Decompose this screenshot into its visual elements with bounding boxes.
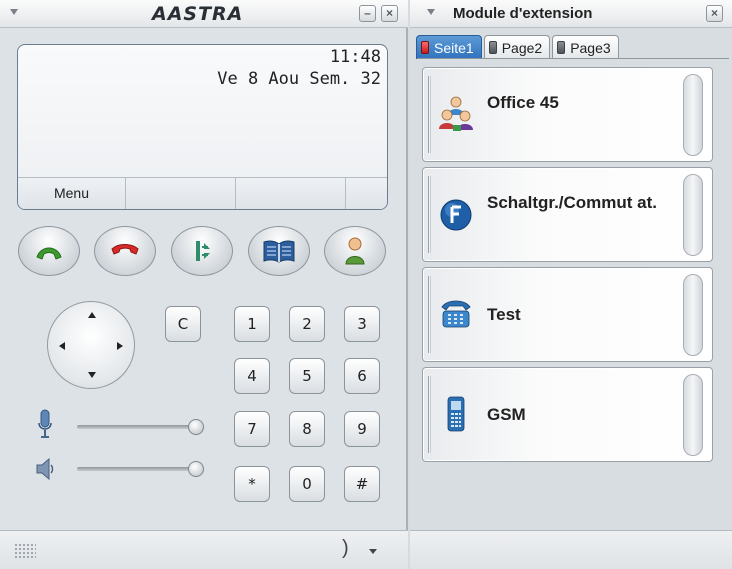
key-led-indicator — [683, 174, 703, 256]
keypad-key[interactable]: # — [344, 466, 380, 502]
off-hook-icon — [36, 247, 62, 260]
navigation-pad[interactable] — [47, 301, 135, 389]
softkey-2[interactable] — [126, 178, 236, 209]
extension-key-schaltgruppe[interactable]: Schaltgr./Commut at. — [422, 167, 713, 262]
extension-key-label: GSM — [487, 405, 526, 424]
module-title: Module d'extension — [453, 5, 593, 22]
transfer-icon — [196, 241, 210, 261]
display-date: Ve 8 Aou Sem. 32 — [217, 69, 381, 89]
extension-key-test[interactable]: Test — [422, 267, 713, 362]
app-window: AASTRA – × 11:48 Ve 8 Aou Sem. 32 Menu C… — [0, 0, 732, 569]
handset-status-icon[interactable]: ) — [342, 537, 349, 560]
contact-button[interactable] — [324, 226, 386, 276]
close-button[interactable]: × — [381, 5, 398, 22]
status-dropdown-icon[interactable] — [369, 549, 377, 554]
tab-seite1[interactable]: Seite1 — [416, 35, 482, 59]
speaker-icon — [36, 457, 54, 481]
extension-key-label: Office 45 — [487, 93, 559, 112]
tab-label: Page3 — [570, 39, 611, 56]
group-icon — [439, 96, 473, 131]
key-led-indicator — [683, 274, 703, 356]
display-time: 11:48 — [329, 47, 381, 67]
brand-logo: AASTRA — [152, 3, 244, 25]
key-divider — [428, 76, 431, 153]
nav-left-icon[interactable] — [59, 342, 65, 350]
keypad-key[interactable]: * — [234, 466, 270, 502]
transfer-button[interactable] — [171, 226, 233, 276]
extension-key-gsm[interactable]: GSM — [422, 367, 713, 462]
phone-panel: AASTRA – × 11:48 Ve 8 Aou Sem. 32 Menu C… — [0, 0, 408, 569]
nav-up-icon[interactable] — [88, 312, 96, 318]
phone-display: 11:48 Ve 8 Aou Sem. 32 Menu — [17, 44, 388, 210]
page-marker-icon — [421, 41, 429, 54]
keypad-key[interactable]: 2 — [289, 306, 325, 342]
extension-key-list: Office 45 Schaltgr./Commut at. Test GSM — [417, 58, 729, 528]
clear-key[interactable]: C — [165, 306, 201, 342]
mobile-phone-icon — [447, 396, 465, 432]
keypad-grid-icon[interactable] — [14, 543, 36, 559]
keypad-key[interactable]: 3 — [344, 306, 380, 342]
off-hook-button[interactable] — [18, 226, 80, 276]
desk-phone-icon — [441, 300, 471, 328]
phone-statusbar: ) — [0, 530, 408, 569]
module-close-button[interactable]: × — [706, 5, 723, 22]
keypad-key[interactable]: 9 — [344, 411, 380, 447]
module-menu-arrow-icon[interactable] — [427, 9, 435, 15]
keypad-key[interactable]: 8 — [289, 411, 325, 447]
key-divider — [428, 376, 431, 453]
softkey-3[interactable] — [236, 178, 346, 209]
extension-module-panel: Module d'extension × Seite1 Page2 Page3 — [410, 0, 732, 569]
extension-key-office-45[interactable]: Office 45 — [422, 67, 713, 162]
module-statusbar — [410, 530, 732, 569]
key-divider — [428, 276, 431, 353]
tab-page3[interactable]: Page3 — [552, 35, 619, 59]
nav-down-icon[interactable] — [88, 372, 96, 378]
microphone-slider-track[interactable] — [77, 425, 197, 429]
contact-icon — [345, 237, 365, 265]
microphone-slider-knob[interactable] — [188, 419, 204, 435]
keypad-key[interactable]: 0 — [289, 466, 325, 502]
extension-key-label: Schaltgr./Commut at. — [487, 193, 658, 212]
tab-label: Seite1 — [434, 39, 474, 56]
keypad-key[interactable]: 1 — [234, 306, 270, 342]
microphone-icon — [38, 409, 52, 438]
keypad-key[interactable]: 5 — [289, 358, 325, 394]
key-divider — [428, 176, 431, 253]
panel-menu-arrow-icon[interactable] — [10, 9, 18, 15]
key-led-indicator — [683, 374, 703, 456]
keypad-key[interactable]: 4 — [234, 358, 270, 394]
minimize-button[interactable]: – — [359, 5, 376, 22]
phonebook-icon — [263, 240, 295, 263]
phonebook-button[interactable] — [248, 226, 310, 276]
key-led-indicator — [683, 74, 703, 156]
forwarding-icon — [440, 199, 472, 231]
module-titlebar: Module d'extension × — [410, 0, 732, 28]
softkey-4[interactable] — [346, 178, 387, 209]
tab-label: Page2 — [501, 39, 543, 56]
nav-right-icon[interactable] — [117, 342, 123, 350]
softkey-menu[interactable]: Menu — [18, 178, 126, 209]
page-marker-icon — [557, 41, 566, 54]
extension-key-label: Test — [487, 305, 521, 324]
keypad-key[interactable]: 6 — [344, 358, 380, 394]
module-tabs: Seite1 Page2 Page3 — [416, 35, 621, 59]
hang-up-button[interactable] — [94, 226, 156, 276]
speaker-slider-track[interactable] — [77, 467, 197, 471]
softkey-bar: Menu — [18, 177, 387, 209]
page-marker-icon — [488, 41, 497, 54]
keypad-key[interactable]: 7 — [234, 411, 270, 447]
hang-up-icon — [111, 244, 139, 255]
speaker-slider-knob[interactable] — [188, 461, 204, 477]
tab-page2[interactable]: Page2 — [483, 35, 551, 59]
phone-titlebar: AASTRA – × — [0, 0, 408, 28]
